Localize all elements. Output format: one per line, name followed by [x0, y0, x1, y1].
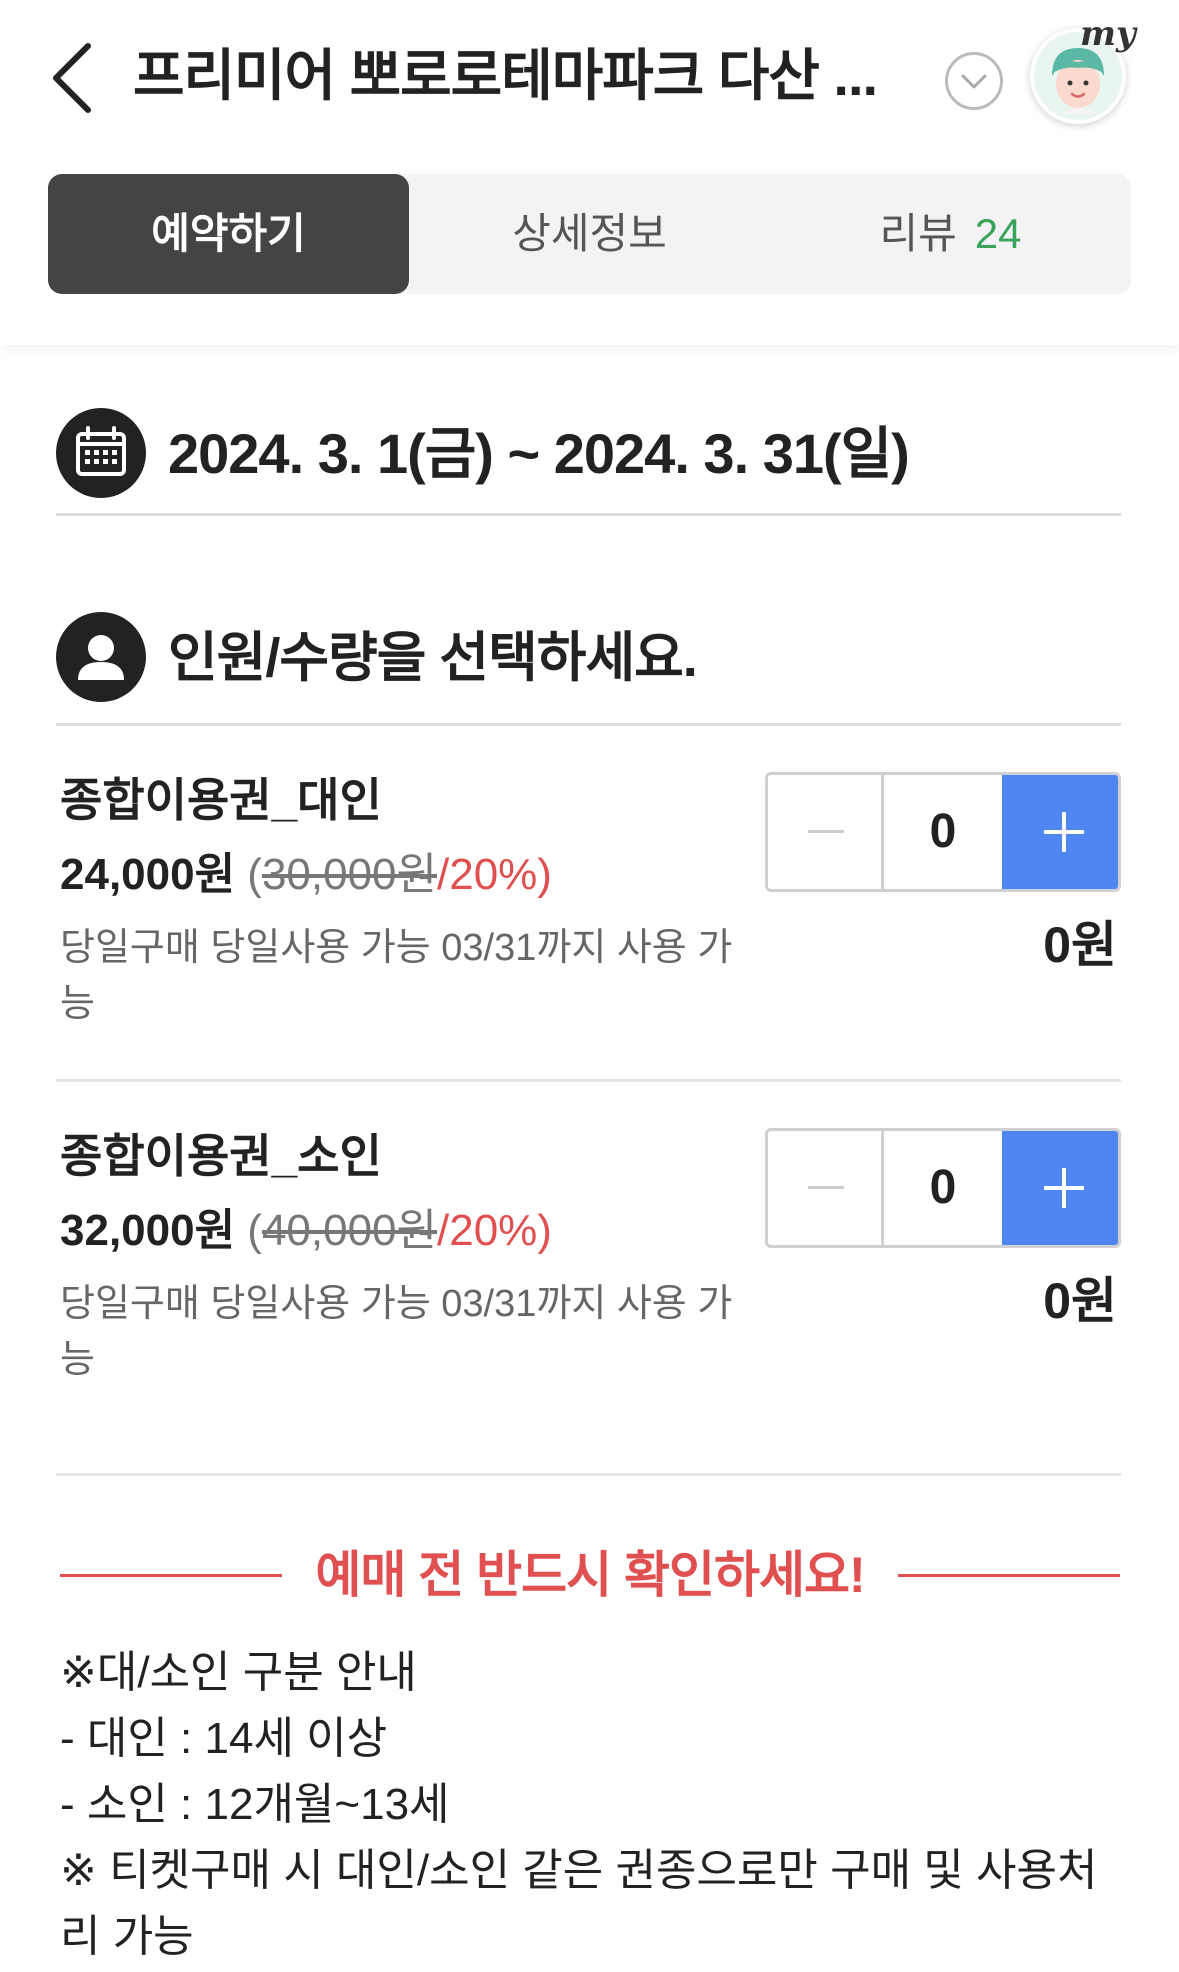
back-arrow-icon[interactable] — [44, 38, 104, 118]
notice-line: - 대인 : 14세 이상 — [60, 1714, 388, 1763]
tab-bar: 예약하기 상세정보 리뷰 24 — [0, 150, 1179, 345]
discount-rate: /20%) — [437, 1206, 552, 1255]
tab-group: 예약하기 상세정보 리뷰 24 — [48, 174, 1131, 294]
tab-booking-label: 예약하기 — [151, 210, 306, 257]
notice-header: 예매 전 반드시 확인하세요! — [60, 1540, 1120, 1610]
price-paren: ( — [247, 1206, 262, 1255]
my-badge: my — [1080, 14, 1136, 54]
ticket-price: 24,000원 (30,000원/20%) — [60, 840, 552, 910]
quantity-value: 0 — [929, 1161, 957, 1214]
date-range-text: 2024. 3. 1(금) ~ 2024. 3. 31(일) — [168, 422, 910, 485]
plus-icon-vertical — [1062, 812, 1066, 852]
decrease-button[interactable] — [768, 1131, 884, 1245]
notice-line: - 소인 : 12개월~13세 — [60, 1780, 450, 1829]
ticket-note: 당일구매 당일사용 가능 03/31까지 사용 가능 — [60, 927, 733, 1025]
date-range-row: 2024. 3. 1(금) ~ 2024. 3. 31(일) — [56, 400, 1121, 516]
sale-price: 24,000원 — [60, 850, 236, 899]
notice-body: ※대/소인 구분 안내 - 대인 : 14세 이상 - 소인 : 12개월~13… — [60, 1640, 1120, 1970]
tab-reviews[interactable]: 리뷰 24 — [770, 174, 1131, 294]
ticket-total: 0원 — [1043, 1273, 1117, 1329]
review-count: 24 — [974, 210, 1022, 257]
chevron-down-icon[interactable] — [945, 52, 1003, 110]
ticket-note: 당일구매 당일사용 가능 03/31까지 사용 가능 — [60, 1283, 733, 1381]
calendar-icon — [56, 408, 146, 498]
original-price: 40,000원 — [261, 1206, 438, 1255]
decrease-button[interactable] — [768, 775, 884, 889]
quantity-value: 0 — [929, 805, 957, 858]
minus-icon — [808, 1186, 844, 1189]
notice-line: ※대/소인 구분 안내 — [60, 1648, 417, 1697]
page-title: 프리미어 뽀로로테마파크 다산 ... — [133, 44, 878, 107]
discount-rate: /20%) — [437, 850, 552, 899]
tab-booking[interactable]: 예약하기 — [48, 174, 409, 294]
increase-button[interactable] — [1002, 775, 1118, 889]
ticket-price: 32,000원 (40,000원/20%) — [60, 1196, 552, 1266]
tab-details-label: 상세정보 — [512, 210, 667, 257]
sale-price: 32,000원 — [60, 1206, 236, 1255]
ticket-name: 종합이용권_소인 — [60, 1130, 382, 1182]
increase-button[interactable] — [1002, 1131, 1118, 1245]
ticket-item-child: 종합이용권_소인 32,000원 (40,000원/20%) 당일구매 당일사용… — [56, 1116, 1121, 1476]
quantity-stepper: 0 — [765, 772, 1121, 892]
plus-icon-vertical — [1062, 1168, 1066, 1208]
quantity-stepper: 0 — [765, 1128, 1121, 1248]
app-header: 프리미어 뽀로로테마파크 다산 ... my — [0, 0, 1179, 150]
original-price: 30,000원 — [261, 850, 438, 899]
tab-details[interactable]: 상세정보 — [409, 174, 770, 294]
notice-line: ※ 티켓구매 시 대인/소인 같은 권종으로만 구매 및 사용처리 가능 — [60, 1846, 1098, 1961]
person-icon — [56, 612, 146, 702]
people-prompt: 인원/수량을 선택하세요. — [168, 628, 698, 688]
price-paren: ( — [247, 850, 262, 899]
ticket-total: 0원 — [1043, 917, 1117, 973]
ticket-item-adult: 종합이용권_대인 24,000원 (30,000원/20%) 당일구매 당일사용… — [56, 760, 1121, 1082]
notice-title: 예매 전 반드시 확인하세요! — [315, 1547, 865, 1603]
minus-icon — [808, 830, 844, 833]
ticket-name: 종합이용권_대인 — [60, 774, 382, 826]
people-select-header: 인원/수량을 선택하세요. — [56, 604, 1121, 726]
tab-reviews-label: 리뷰 — [879, 210, 957, 257]
